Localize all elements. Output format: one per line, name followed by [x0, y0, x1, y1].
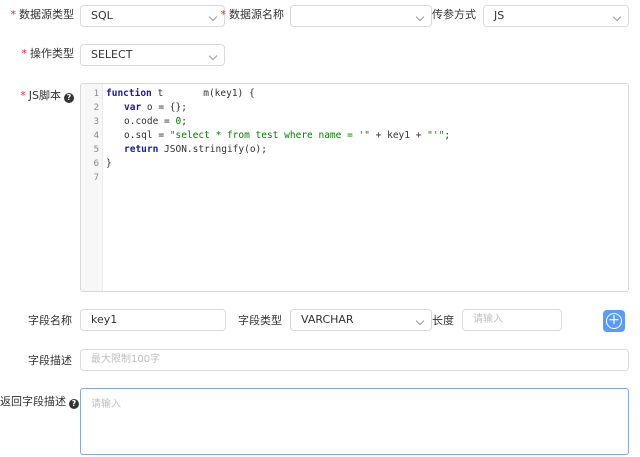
datasource-type-select[interactable]: SQL — [80, 5, 225, 27]
line-number: 7 — [93, 173, 99, 183]
line-number: 1 — [93, 89, 99, 99]
help-icon[interactable]: ? — [64, 93, 74, 103]
required-mark: * — [20, 89, 26, 102]
code-editor[interactable]: 1 2 3 4 5 6 7 function t m(key1) { var o… — [80, 83, 629, 292]
code-text: ; — [444, 130, 451, 141]
chevron-down-icon — [415, 316, 425, 326]
length-placeholder: 请输入 — [473, 314, 503, 325]
code-text: t m(key1) { — [151, 88, 255, 99]
field-name-label: 字段名称 — [6, 312, 72, 330]
required-mark: * — [10, 8, 17, 21]
field-type-label-text: 字段类型 — [238, 314, 282, 327]
field-type-label: 字段类型 — [232, 312, 282, 330]
code-line: return JSON.stringify(o); — [124, 143, 267, 157]
chevron-down-icon — [415, 12, 425, 22]
help-icon[interactable]: ? — [69, 399, 79, 409]
datasource-name-label-text: 数据源名称 — [229, 8, 284, 21]
code-text: JSON.stringify(o); — [158, 144, 267, 155]
keyword: function — [106, 88, 152, 99]
string-literal: "select * from test where name = '" — [169, 130, 370, 141]
op-type-label: * 操作类型 — [6, 45, 75, 63]
code-text: ; — [181, 116, 187, 127]
length-label-text: 长度 — [432, 314, 454, 327]
required-mark: * — [21, 47, 28, 60]
param-method-value: JS — [494, 9, 505, 22]
param-method-select[interactable]: JS — [483, 5, 629, 27]
field-desc-placeholder: 最大限制100字 — [91, 354, 161, 365]
return-desc-label-text: 返回字段描述 — [0, 395, 66, 408]
line-number: 6 — [93, 159, 99, 169]
line-number: 3 — [93, 117, 99, 127]
line-number: 4 — [93, 131, 99, 141]
line-number: 2 — [93, 103, 99, 113]
js-script-label-text: JS脚本 — [28, 89, 61, 102]
field-desc-input[interactable]: 最大限制100字 — [80, 349, 629, 371]
datasource-type-label-text: 数据源类型 — [19, 8, 74, 21]
chevron-down-icon — [208, 12, 218, 22]
field-type-value: VARCHAR — [301, 313, 354, 326]
field-name-input[interactable]: key1 — [80, 309, 226, 331]
chevron-down-icon — [612, 12, 622, 22]
code-text: + key1 + — [369, 130, 428, 141]
datasource-name-select[interactable] — [290, 5, 432, 27]
return-desc-textarea[interactable] — [80, 388, 629, 455]
code-line: var o = {}; — [124, 101, 187, 115]
length-label: 长度 — [430, 312, 454, 330]
op-type-label-text: 操作类型 — [30, 47, 74, 60]
length-input[interactable]: 请输入 — [462, 309, 562, 331]
code-line: o.sql = "select * from test where name =… — [124, 129, 450, 143]
keyword: var — [124, 102, 142, 113]
plus-circle-icon: + — [606, 313, 622, 329]
js-script-label: * JS脚本? — [6, 87, 74, 105]
field-name-label-text: 字段名称 — [28, 314, 72, 327]
param-method-label-text: 传参方式 — [432, 8, 476, 21]
string-literal: "'" — [427, 130, 445, 141]
field-desc-label: 字段描述 — [6, 352, 72, 370]
param-method-label: 传参方式 — [432, 6, 476, 24]
code-text: o = {}; — [141, 102, 187, 113]
code-line: function t m(key1) { — [106, 87, 255, 101]
code-text: o.code = — [124, 116, 176, 127]
line-number: 5 — [93, 145, 99, 155]
code-line: o.code = 0; — [124, 115, 187, 129]
field-type-select[interactable]: VARCHAR — [290, 309, 432, 331]
op-type-value: SELECT — [91, 48, 133, 61]
keyword: return — [124, 144, 159, 155]
add-field-button[interactable]: + — [603, 310, 625, 332]
field-desc-label-text: 字段描述 — [28, 354, 72, 367]
op-type-select[interactable]: SELECT — [80, 44, 225, 66]
required-mark: * — [220, 8, 227, 21]
code-line: } — [106, 157, 112, 171]
datasource-type-label: * 数据源类型 — [6, 6, 75, 24]
return-desc-label: 返回字段描述? — [0, 393, 79, 411]
datasource-type-value: SQL — [91, 9, 113, 22]
datasource-name-label: * 数据源名称 — [220, 6, 285, 24]
code-text: o.sql = — [124, 130, 170, 141]
field-name-value: key1 — [91, 313, 118, 326]
chevron-down-icon — [208, 51, 218, 61]
code-text: } — [106, 158, 112, 169]
